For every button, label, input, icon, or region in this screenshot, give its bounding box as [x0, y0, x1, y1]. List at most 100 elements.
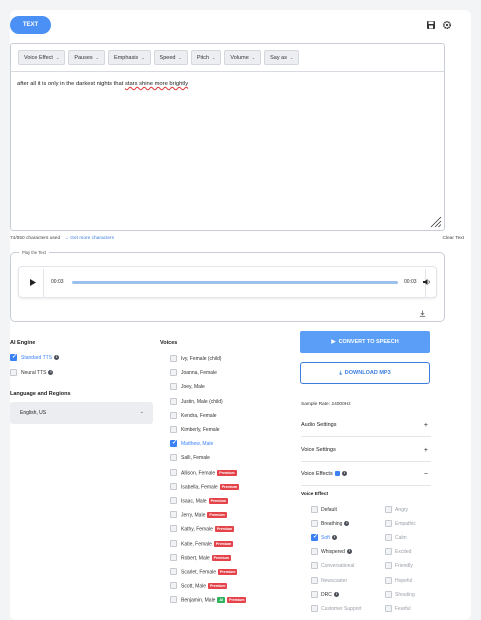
- voice-checkbox[interactable]: [170, 525, 177, 533]
- effect-checkbox[interactable]: [311, 562, 318, 570]
- audio-settings-accordion[interactable]: Audio Settings +: [301, 422, 431, 429]
- clear-text-button[interactable]: Clear Text: [442, 236, 464, 241]
- info-icon[interactable]: i: [346, 549, 352, 555]
- voice-checkbox[interactable]: [170, 568, 177, 575]
- voice-effects-accordion[interactable]: Voice Effects i −: [301, 471, 431, 478]
- volume-icon[interactable]: [423, 278, 431, 286]
- voice-option[interactable]: Kimberly, Female: [181, 427, 220, 433]
- standard-tts-checkbox[interactable]: [10, 353, 17, 361]
- effect-checkbox[interactable]: [311, 576, 318, 584]
- tab-text[interactable]: TEXT: [10, 16, 51, 34]
- voice-checkbox[interactable]: [170, 397, 177, 405]
- voice-option[interactable]: Scarlet, Female Premium: [181, 569, 238, 575]
- resize-handle-icon[interactable]: [428, 214, 442, 228]
- voice-checkbox[interactable]: [170, 355, 177, 362]
- effect-checkbox[interactable]: [385, 562, 392, 570]
- voice-checkbox[interactable]: [170, 539, 177, 547]
- info-icon[interactable]: i: [333, 591, 339, 597]
- voice-checkbox[interactable]: [170, 411, 177, 419]
- effect-option[interactable]: Whispered i: [321, 549, 352, 555]
- voice-option[interactable]: Ivy, Female (child): [181, 356, 221, 362]
- toolbar-button-volume[interactable]: Volume ⌄: [224, 50, 262, 65]
- effect-option[interactable]: DRC i: [321, 592, 339, 598]
- text-editor[interactable]: Voice Effect ⌄ Pauses ⌄ Emphasis ⌄ Speed ⌄ Pitch…: [10, 43, 445, 231]
- voice-option[interactable]: Joanna, Female: [181, 370, 217, 376]
- editor-text[interactable]: after all it is only in the darkest nigh…: [17, 81, 188, 87]
- voice-checkbox[interactable]: [170, 511, 177, 519]
- effect-checkbox[interactable]: [311, 520, 318, 528]
- effect-checkbox[interactable]: [311, 506, 318, 513]
- voice-checkbox[interactable]: [170, 596, 177, 604]
- voice-checkbox[interactable]: [170, 439, 177, 448]
- effect-checkbox[interactable]: [385, 548, 392, 556]
- voice-option[interactable]: Kathy, Female Premium: [181, 526, 235, 533]
- voice-checkbox[interactable]: [170, 582, 177, 590]
- effect-option[interactable]: Calm: [395, 535, 407, 541]
- voice-option[interactable]: Joey, Male: [181, 384, 205, 390]
- voice-checkbox[interactable]: [170, 383, 177, 391]
- voice-option[interactable]: Salli, Female: [181, 455, 210, 461]
- effect-checkbox[interactable]: [385, 520, 392, 528]
- voice-option[interactable]: Allison, Female Premium: [181, 469, 237, 476]
- toolbar-button-voice-effect[interactable]: Voice Effect ⌄: [18, 50, 66, 65]
- voice-option[interactable]: Matthew, Male: [181, 441, 213, 447]
- effect-option[interactable]: Newscaster: [321, 578, 347, 584]
- effect-option[interactable]: Angry: [395, 507, 408, 513]
- voice-option[interactable]: Robert, Male Premium: [181, 554, 232, 561]
- effect-option[interactable]: Breathing i: [321, 521, 350, 527]
- toolbar-button-speed[interactable]: Speed ⌄: [153, 50, 188, 65]
- standard-tts-label[interactable]: Standard TTS i: [21, 355, 60, 361]
- gear-icon[interactable]: [442, 20, 452, 30]
- effect-checkbox[interactable]: [311, 533, 318, 542]
- get-more-link[interactable]: → Get more characters: [64, 236, 114, 241]
- play-icon[interactable]: [28, 278, 37, 287]
- voice-option[interactable]: Isabella, Female Premium: [181, 483, 240, 490]
- effect-option[interactable]: Empathic: [395, 521, 416, 527]
- voice-option[interactable]: Jerry, Male Premium: [181, 512, 227, 519]
- voice-settings-accordion[interactable]: Voice Settings +: [301, 447, 431, 454]
- save-icon[interactable]: [426, 20, 436, 30]
- effect-checkbox[interactable]: [385, 576, 392, 584]
- info-icon[interactable]: i: [344, 521, 350, 527]
- info-icon[interactable]: i: [48, 370, 54, 376]
- voice-checkbox[interactable]: [170, 497, 177, 504]
- effect-checkbox[interactable]: [385, 534, 392, 542]
- effect-option[interactable]: Friendly: [395, 563, 413, 569]
- info-icon[interactable]: i: [331, 535, 337, 541]
- effect-option[interactable]: Soft i: [321, 535, 337, 541]
- toolbar-button-pitch[interactable]: Pitch ⌄: [190, 50, 222, 65]
- effect-checkbox[interactable]: [311, 590, 318, 598]
- voice-checkbox[interactable]: [170, 426, 177, 433]
- voice-checkbox[interactable]: [170, 553, 177, 561]
- download-icon[interactable]: [419, 310, 426, 317]
- voice-checkbox[interactable]: [170, 454, 177, 462]
- toolbar-button-pauses[interactable]: Pauses ⌄: [68, 50, 106, 65]
- convert-button[interactable]: ▶ CONVERT TO SPEECH: [300, 331, 430, 353]
- effect-checkbox[interactable]: [385, 590, 392, 598]
- effect-option[interactable]: Shouting: [395, 592, 415, 598]
- voice-option[interactable]: Scott, Male Premium: [181, 583, 228, 590]
- info-icon[interactable]: i: [341, 471, 347, 477]
- effect-option[interactable]: Hopeful: [395, 578, 412, 584]
- language-select[interactable]: English, US ⌄: [10, 402, 153, 424]
- voice-checkbox[interactable]: [170, 482, 177, 490]
- voice-checkbox[interactable]: [170, 369, 177, 377]
- voice-option[interactable]: Katie, Female Premium: [181, 540, 234, 547]
- effect-checkbox[interactable]: [385, 506, 392, 513]
- effect-option[interactable]: Excited: [395, 549, 411, 555]
- voice-option[interactable]: Benjamin, Male AI Premium: [181, 597, 247, 604]
- voice-option[interactable]: Kendra, Female: [181, 413, 217, 419]
- neural-tts-checkbox[interactable]: [10, 369, 17, 376]
- toolbar-button-say-as[interactable]: Say as ⌄: [264, 50, 300, 65]
- voice-option[interactable]: Justin, Male (child): [181, 399, 223, 405]
- progress-track[interactable]: [72, 281, 398, 284]
- voice-option[interactable]: Isaac, Male Premium: [181, 498, 228, 504]
- info-icon[interactable]: i: [54, 355, 60, 361]
- toolbar-button-emphasis[interactable]: Emphasis ⌄: [108, 50, 151, 65]
- neural-tts-label[interactable]: Neural TTS i: [21, 370, 54, 376]
- effect-option[interactable]: Default: [321, 507, 337, 513]
- effect-option[interactable]: Conversational: [321, 563, 354, 569]
- download-mp3-button[interactable]: ⤓ DOWNLOAD MP3: [300, 362, 430, 384]
- effect-checkbox[interactable]: [311, 548, 318, 556]
- voice-checkbox[interactable]: [170, 468, 177, 476]
